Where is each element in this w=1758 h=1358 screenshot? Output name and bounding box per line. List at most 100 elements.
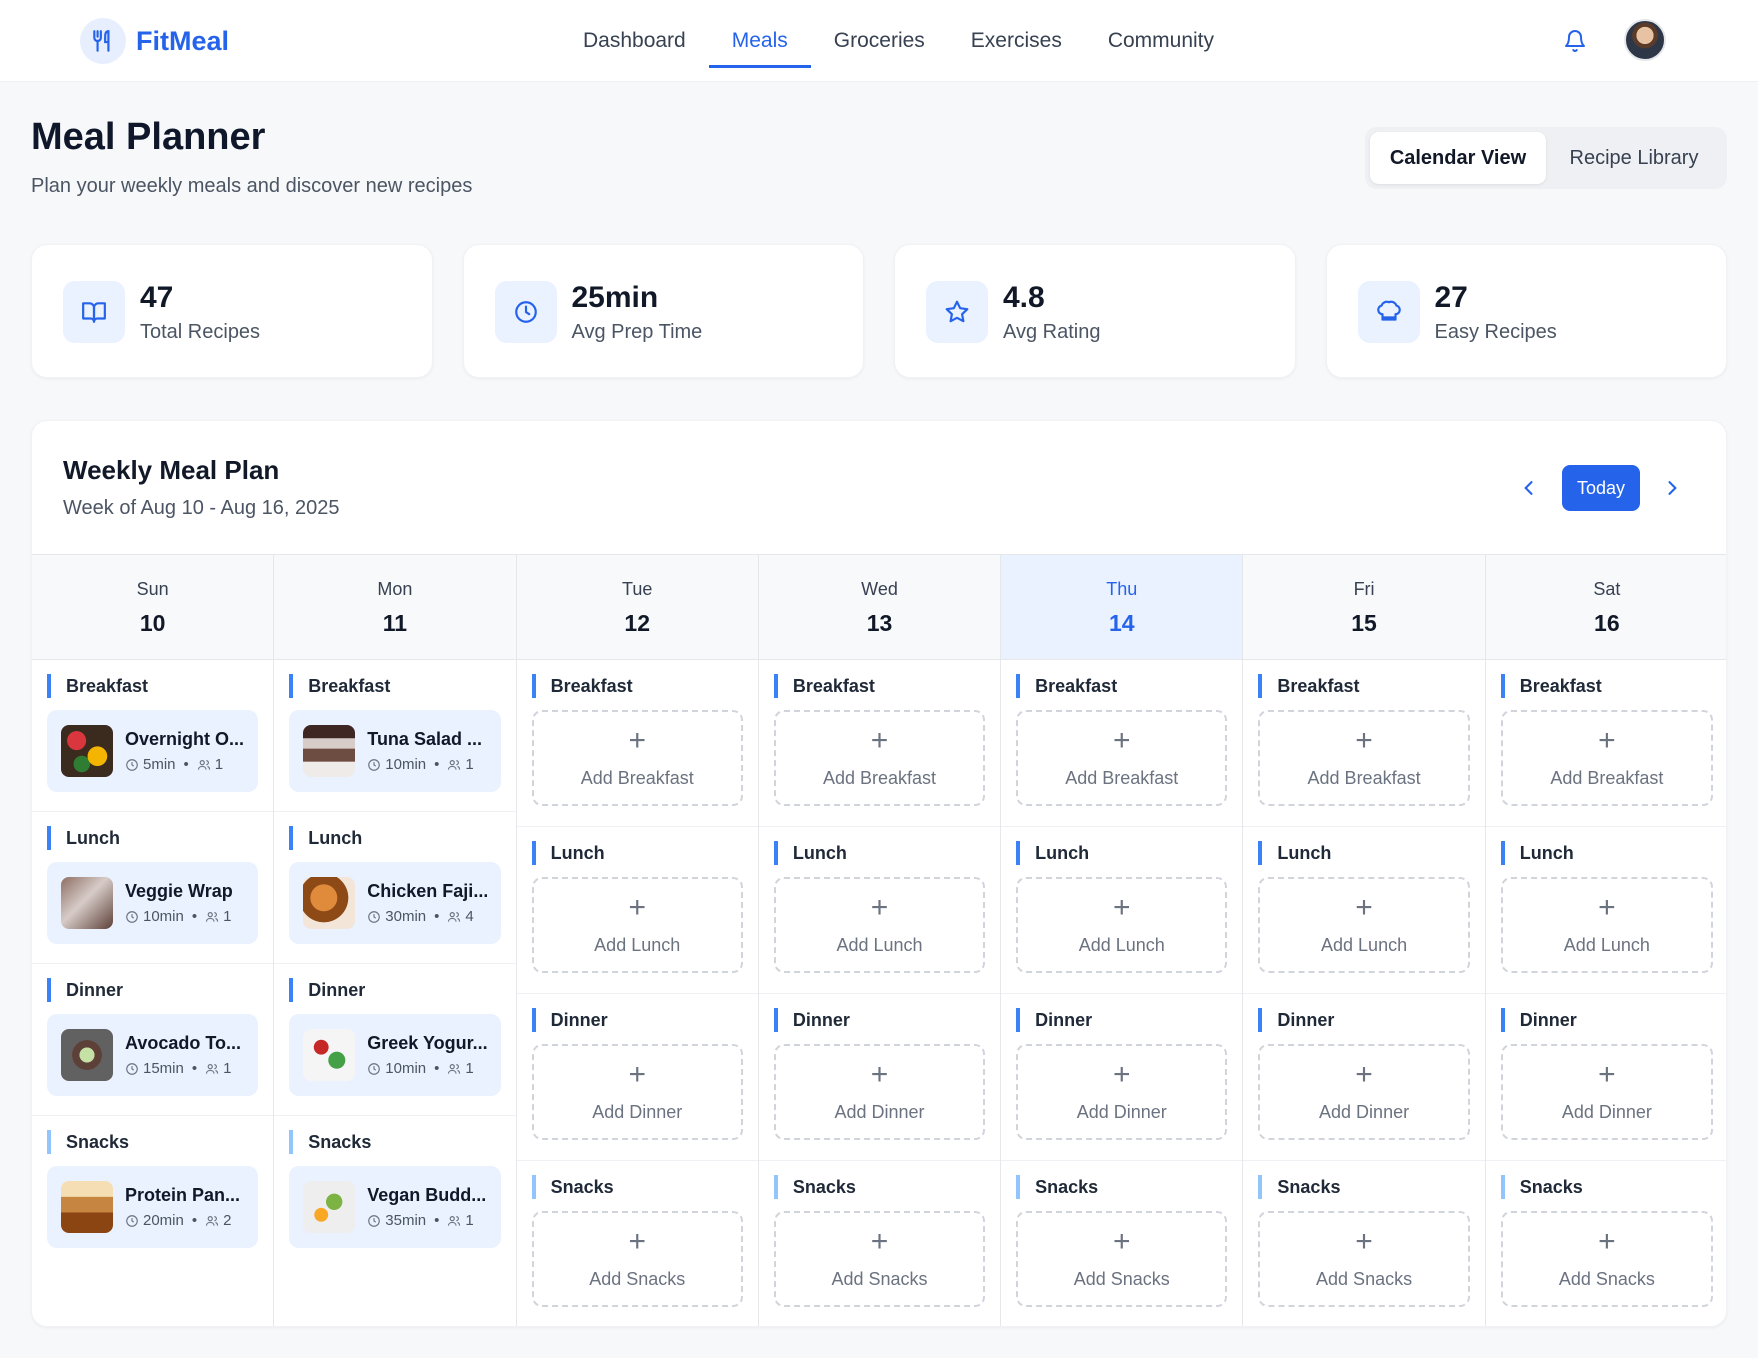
chevron-left-icon[interactable] bbox=[1514, 473, 1544, 503]
meal-thumbnail bbox=[61, 725, 113, 777]
day-header[interactable]: Thu 14 bbox=[1001, 555, 1243, 660]
add-meal-button[interactable]: + Add Dinner bbox=[773, 1044, 986, 1140]
day-header[interactable]: Wed 13 bbox=[758, 555, 1001, 660]
users-icon bbox=[205, 1062, 223, 1076]
meal-thumbnail bbox=[303, 725, 356, 777]
add-meal-button[interactable]: + Add Breakfast bbox=[1016, 710, 1228, 806]
meal-slot-dinner: Dinner Avocado To... 15min • 1 bbox=[32, 964, 274, 1116]
day-column-thu: Thu 14 Breakfast + Add Breakfast Lunch + Add Lu… bbox=[1001, 555, 1244, 1326]
add-meal-button[interactable]: + Add Dinner bbox=[531, 1044, 743, 1140]
day-header[interactable]: Sat 16 bbox=[1485, 555, 1726, 660]
day-number: 15 bbox=[1351, 610, 1377, 636]
meal-card[interactable]: Protein Pan... 20min • 2 bbox=[47, 1166, 259, 1248]
day-name: Thu bbox=[1106, 579, 1138, 599]
meal-card[interactable]: Avocado To... 15min • 1 bbox=[47, 1014, 259, 1096]
day-name: Tue bbox=[622, 579, 653, 599]
users-icon bbox=[447, 758, 465, 772]
add-meal-button[interactable]: + Add Lunch bbox=[531, 877, 743, 973]
add-meal-button[interactable]: + Add Breakfast bbox=[773, 710, 986, 806]
add-meal-button[interactable]: + Add Snacks bbox=[1500, 1211, 1713, 1307]
plan-title: Weekly Meal Plan bbox=[63, 455, 280, 485]
meal-card[interactable]: Overnight O... 5min • 1 bbox=[47, 710, 259, 792]
meal-slot-dinner: Dinner + Add Dinner bbox=[1243, 994, 1485, 1161]
add-meal-label: Add Snacks bbox=[831, 1269, 928, 1289]
add-meal-button[interactable]: + Add Dinner bbox=[1016, 1044, 1228, 1140]
nav-dashboard[interactable]: Dashboard bbox=[560, 0, 709, 82]
clock-icon bbox=[125, 1062, 143, 1076]
meal-card[interactable]: Vegan Budd... 35min • 1 bbox=[289, 1166, 501, 1248]
meal-time: 15min bbox=[143, 1060, 184, 1077]
add-meal-button[interactable]: + Add Snacks bbox=[1258, 1211, 1470, 1307]
meal-slot-breakfast: Breakfast + Add Breakfast bbox=[1001, 660, 1243, 827]
meal-slot-label: Snacks bbox=[1500, 1175, 1713, 1199]
meal-slot-snacks: Snacks + Add Snacks bbox=[517, 1161, 758, 1326]
separator-dot: • bbox=[191, 1212, 198, 1229]
plus-icon: + bbox=[1355, 1225, 1373, 1258]
meal-meta: 5min • 1 bbox=[125, 756, 244, 773]
recipe-library-button[interactable]: Recipe Library bbox=[1546, 132, 1722, 184]
separator-dot: • bbox=[183, 756, 189, 773]
add-meal-label: Add Dinner bbox=[1076, 1102, 1167, 1122]
meal-slot-dinner: Dinner Greek Yogur... 10min • 1 bbox=[274, 964, 516, 1116]
user-avatar[interactable] bbox=[1624, 19, 1666, 61]
bell-icon[interactable] bbox=[1560, 26, 1590, 56]
add-meal-button[interactable]: + Add Breakfast bbox=[1258, 710, 1470, 806]
day-number: 14 bbox=[1108, 610, 1135, 636]
separator-dot: • bbox=[434, 1060, 440, 1077]
plus-icon: + bbox=[1355, 1058, 1373, 1091]
add-meal-button[interactable]: + Add Dinner bbox=[1500, 1044, 1713, 1140]
add-meal-button[interactable]: + Add Breakfast bbox=[531, 710, 743, 806]
add-meal-button[interactable]: + Add Dinner bbox=[1258, 1044, 1470, 1140]
plus-icon: + bbox=[1598, 1225, 1616, 1258]
meal-card[interactable]: Greek Yogur... 10min • 1 bbox=[289, 1014, 501, 1096]
calendar-view-button[interactable]: Calendar View bbox=[1370, 132, 1546, 184]
meal-name: Protein Pan... bbox=[125, 1185, 241, 1205]
meal-card[interactable]: Tuna Salad ... 10min • 1 bbox=[289, 710, 501, 792]
meal-card[interactable]: Veggie Wrap 10min • 1 bbox=[47, 862, 259, 944]
app-logo[interactable]: FitMeal bbox=[80, 18, 229, 64]
today-button[interactable]: Today bbox=[1562, 465, 1640, 511]
separator-dot: • bbox=[434, 756, 440, 773]
meal-slot-label: Snacks bbox=[47, 1130, 258, 1154]
separator-dot: • bbox=[191, 908, 198, 925]
stat-label: Avg Prep Time bbox=[571, 321, 703, 343]
day-header[interactable]: Sun 10 bbox=[32, 555, 274, 660]
chevron-right-icon[interactable] bbox=[1657, 473, 1687, 503]
meal-name: Overnight O... bbox=[125, 729, 245, 749]
add-meal-button[interactable]: + Add Breakfast bbox=[1500, 710, 1713, 806]
clock-icon bbox=[494, 281, 557, 343]
nav-exercises[interactable]: Exercises bbox=[948, 0, 1085, 82]
meal-slot-label: Breakfast bbox=[289, 674, 500, 698]
nav-groceries[interactable]: Groceries bbox=[811, 0, 948, 82]
add-meal-button[interactable]: + Add Snacks bbox=[1016, 1211, 1228, 1307]
clock-icon bbox=[125, 910, 143, 924]
nav-community[interactable]: Community bbox=[1085, 0, 1237, 82]
plus-icon: + bbox=[1598, 1058, 1616, 1091]
day-header[interactable]: Mon 11 bbox=[274, 555, 516, 660]
add-meal-button[interactable]: + Add Snacks bbox=[531, 1211, 743, 1307]
users-icon bbox=[197, 758, 215, 772]
add-meal-button[interactable]: + Add Lunch bbox=[1500, 877, 1713, 973]
day-name: Sun bbox=[136, 579, 169, 599]
meal-meta: 10min • 1 bbox=[367, 1060, 486, 1077]
meal-slot-label: Breakfast bbox=[531, 674, 743, 698]
add-meal-button[interactable]: + Add Lunch bbox=[1258, 877, 1470, 973]
stat-label: Easy Recipes bbox=[1434, 321, 1557, 343]
meal-servings: 1 bbox=[214, 756, 224, 773]
meal-info: Tuna Salad ... 10min • 1 bbox=[367, 729, 482, 773]
day-number: 10 bbox=[139, 610, 166, 636]
add-meal-button[interactable]: + Add Lunch bbox=[1016, 877, 1228, 973]
nav-meals[interactable]: Meals bbox=[708, 0, 811, 82]
day-header[interactable]: Tue 12 bbox=[516, 555, 758, 660]
utensils-icon bbox=[80, 18, 126, 64]
add-meal-button[interactable]: + Add Snacks bbox=[773, 1211, 986, 1307]
separator-dot: • bbox=[434, 908, 440, 925]
meal-servings: 2 bbox=[223, 1212, 232, 1229]
day-column-tue: Tue 12 Breakfast + Add Breakfast Lunch + Add Lu… bbox=[516, 555, 759, 1326]
meal-info: Overnight O... 5min • 1 bbox=[125, 729, 244, 773]
meal-card[interactable]: Chicken Faji... 30min • 4 bbox=[289, 862, 501, 944]
day-header[interactable]: Fri 15 bbox=[1243, 555, 1485, 660]
meal-slot-breakfast: Breakfast + Add Breakfast bbox=[758, 660, 1001, 827]
clock-icon bbox=[367, 758, 385, 772]
add-meal-button[interactable]: + Add Lunch bbox=[773, 877, 986, 973]
